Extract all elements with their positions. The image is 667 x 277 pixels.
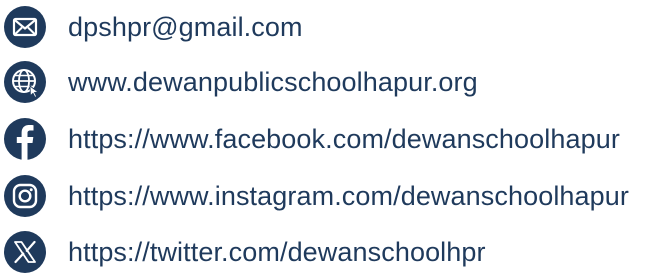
facebook-link[interactable]: https://www.facebook.com/dewanschoolhapu…	[68, 125, 620, 153]
website-link[interactable]: www.dewanpublicschoolhapur.org	[68, 68, 478, 96]
x-twitter-icon	[4, 231, 46, 273]
contact-row-website: www.dewanpublicschoolhapur.org	[0, 57, 667, 107]
contact-row-email: dpshpr@gmail.com	[0, 2, 667, 52]
facebook-icon	[4, 118, 46, 160]
contact-row-instagram: https://www.instagram.com/dewanschoolhap…	[0, 171, 667, 221]
contact-list: dpshpr@gmail.com www.dewanpublicschoolha…	[0, 0, 667, 273]
instagram-icon	[4, 175, 46, 217]
instagram-link[interactable]: https://www.instagram.com/dewanschoolhap…	[68, 182, 629, 210]
twitter-link[interactable]: https://twitter.com/dewanschoolhpr	[68, 238, 486, 266]
contact-row-twitter: https://twitter.com/dewanschoolhpr	[0, 227, 667, 277]
email-link[interactable]: dpshpr@gmail.com	[68, 13, 303, 41]
envelope-icon	[4, 6, 46, 48]
contact-row-facebook: https://www.facebook.com/dewanschoolhapu…	[0, 114, 667, 164]
globe-icon	[4, 61, 46, 103]
